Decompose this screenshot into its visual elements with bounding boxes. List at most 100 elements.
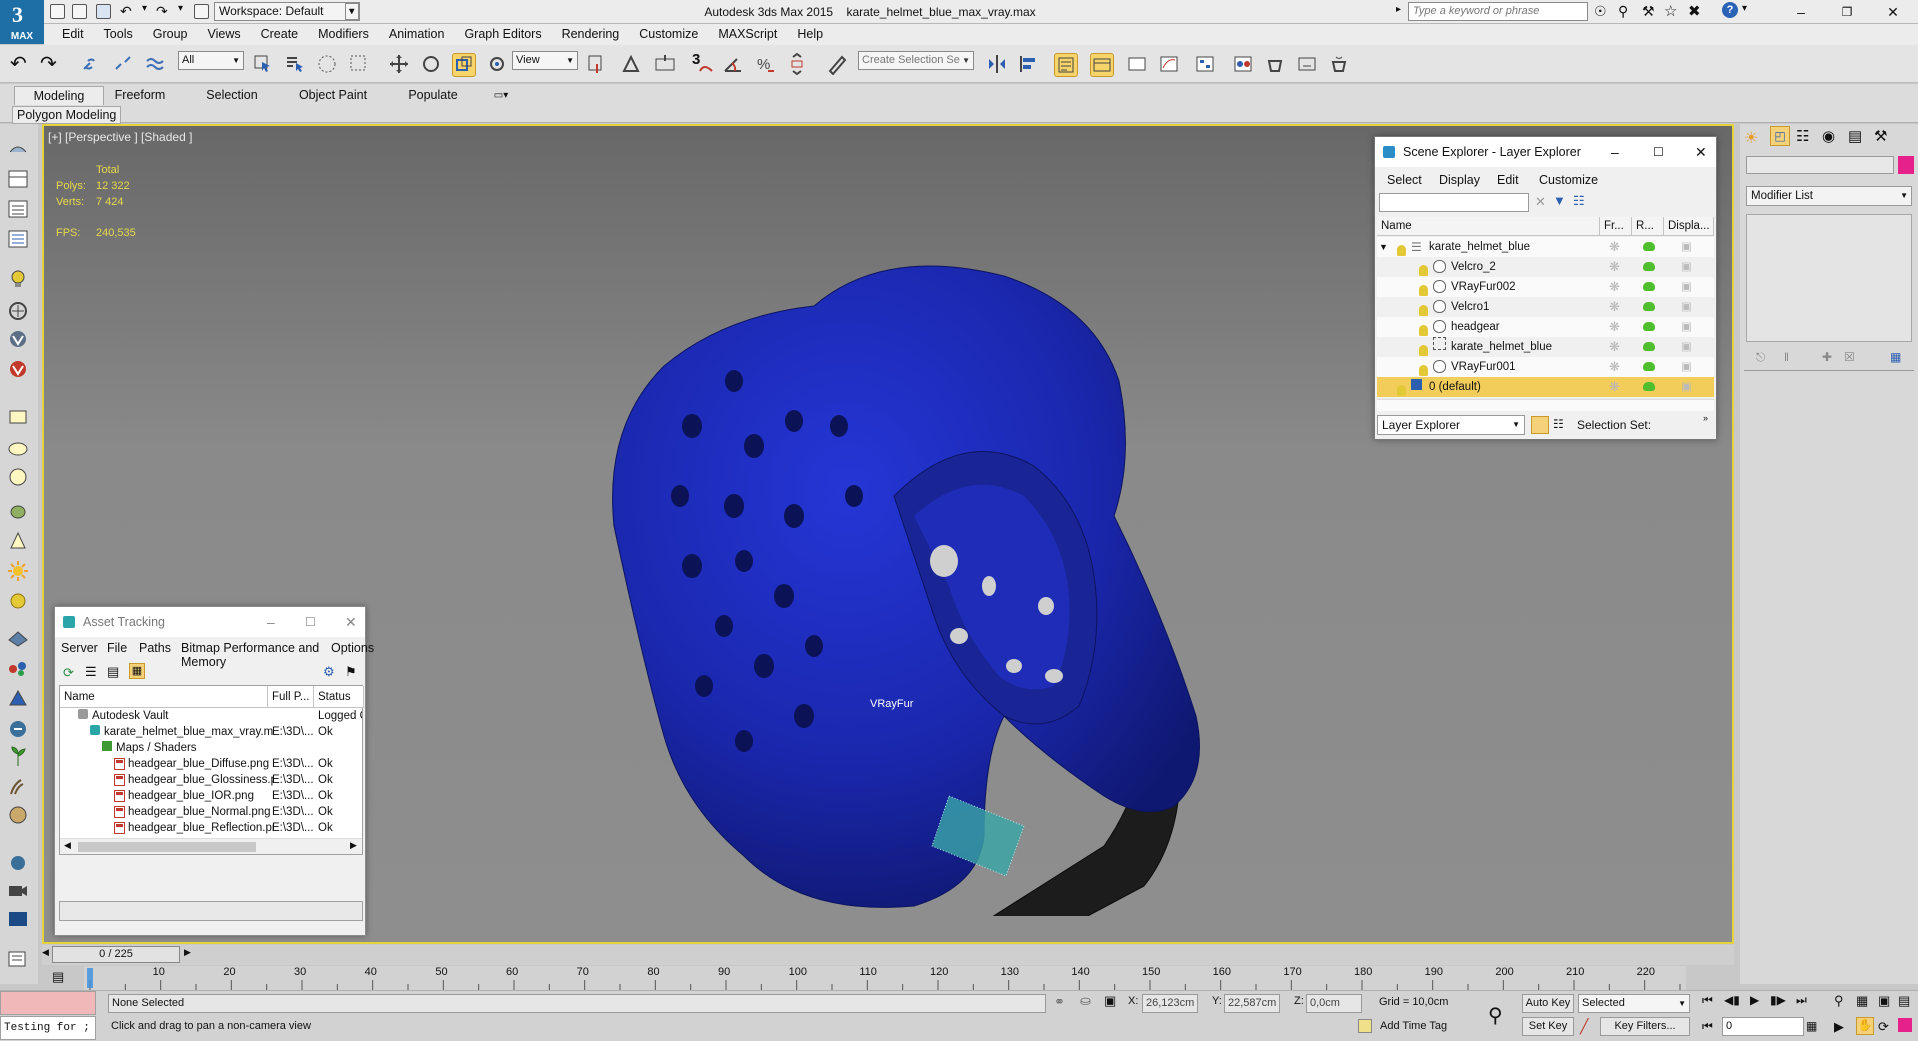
scene-tree-row[interactable]: ▼ ☰ karate_helmet_blue ❋ ▣ bbox=[1377, 237, 1714, 257]
filter-icon[interactable]: ▼ bbox=[1553, 193, 1566, 208]
new-layer-icon[interactable]: ☷ bbox=[1573, 193, 1585, 209]
spinner-snap-icon[interactable] bbox=[786, 52, 808, 76]
go-to-start-icon[interactable]: ⏮ bbox=[1702, 993, 1713, 1008]
time-slider-thumb[interactable]: 0 / 225 bbox=[52, 946, 180, 963]
redo-toolbar-icon[interactable]: ↷ bbox=[40, 53, 62, 75]
asset-tracking-close-button[interactable]: ✕ bbox=[345, 607, 357, 637]
create-sphere-icon[interactable] bbox=[6, 436, 30, 458]
modifier-stack[interactable] bbox=[1746, 214, 1912, 342]
time-tag-icon[interactable] bbox=[1358, 1019, 1372, 1033]
add-time-tag-button[interactable]: Add Time Tag bbox=[1380, 1020, 1447, 1032]
renderable-teapot-icon[interactable] bbox=[1643, 297, 1663, 317]
maxscript-mini-listener[interactable] bbox=[0, 991, 96, 1015]
pin-stack-icon[interactable]: ⎋ bbox=[1756, 350, 1766, 365]
open-script-listener-icon[interactable] bbox=[6, 948, 30, 970]
karate-helmet-model[interactable] bbox=[584, 196, 1284, 916]
toggle-ribbon-icon[interactable] bbox=[1126, 53, 1148, 75]
freeze-toggle-icon[interactable]: ❋ bbox=[1609, 357, 1629, 377]
column-header-display[interactable]: Displa... bbox=[1664, 217, 1714, 236]
select-and-link-icon[interactable] bbox=[80, 53, 102, 75]
menu-rendering[interactable]: Rendering bbox=[552, 24, 630, 45]
menu-create[interactable]: Create bbox=[251, 24, 309, 45]
container-explorer-icon[interactable] bbox=[6, 228, 30, 250]
current-frame-marker[interactable] bbox=[87, 968, 93, 988]
asset-row[interactable]: headgear_blue_Diffuse.png E:\3D\... Ok bbox=[60, 756, 362, 772]
vray-toolbar-icon[interactable] bbox=[6, 328, 30, 350]
close-button[interactable]: ✕ bbox=[1870, 0, 1916, 24]
restore-button[interactable]: ❐ bbox=[1824, 0, 1870, 24]
space-warp-icon[interactable] bbox=[6, 718, 30, 740]
scene-explorer-close-button[interactable]: ✕ bbox=[1695, 137, 1707, 167]
minimize-button[interactable]: – bbox=[1778, 0, 1824, 24]
viewport-label[interactable]: [+] [Perspective ] [Shaded ] bbox=[48, 130, 192, 144]
asset-menu-server[interactable]: Server bbox=[61, 641, 98, 655]
current-frame-field[interactable]: 0 bbox=[1722, 1017, 1804, 1036]
asset-row[interactable]: Autodesk Vault Logged Ou bbox=[60, 708, 362, 724]
undo-dropdown-icon[interactable]: ▾ bbox=[142, 3, 147, 14]
xform-icon[interactable] bbox=[6, 852, 30, 874]
scene-tree-row[interactable]: Velcro1 ❋ ▣ bbox=[1377, 297, 1714, 317]
scene-tree-row[interactable]: VRayFur002 ❋ ▣ bbox=[1377, 277, 1714, 297]
keyboard-shortcut-override-icon[interactable] bbox=[654, 53, 676, 75]
x-close-icon[interactable]: ✖ bbox=[1688, 2, 1701, 20]
column-header-render[interactable]: R... ▲ bbox=[1632, 217, 1664, 250]
scene-tree-row[interactable]: headgear ❋ ▣ bbox=[1377, 317, 1714, 337]
key-mode-toggle-icon[interactable]: ⏮ bbox=[1702, 1019, 1713, 1034]
redo-icon[interactable]: ↷ bbox=[156, 3, 168, 20]
search-arrow-icon[interactable]: ▸ bbox=[1396, 4, 1401, 15]
tab-selection[interactable]: Selection bbox=[196, 86, 268, 105]
motion-paths-icon[interactable] bbox=[6, 804, 30, 826]
asset-row[interactable]: headgear_blue_Reflection.png E:\3D\... Ok bbox=[60, 820, 362, 836]
asset-row[interactable]: headgear_blue_IOR.png E:\3D\... Ok bbox=[60, 788, 362, 804]
mirror-icon[interactable] bbox=[986, 53, 1008, 75]
new-file-icon[interactable] bbox=[50, 4, 65, 19]
renderable-teapot-icon[interactable] bbox=[1643, 257, 1663, 277]
refresh-icon[interactable]: ⟳ bbox=[63, 665, 74, 681]
camera-icon[interactable] bbox=[6, 880, 30, 902]
layer-icon[interactable] bbox=[1531, 416, 1549, 434]
menu-tools[interactable]: Tools bbox=[94, 24, 143, 45]
freeze-toggle-icon[interactable]: ❋ bbox=[1609, 277, 1629, 297]
undo-icon[interactable]: ↶ bbox=[120, 3, 132, 20]
particle-flow-icon[interactable] bbox=[6, 658, 30, 680]
object-name-input[interactable] bbox=[1746, 156, 1894, 174]
select-and-scale-icon[interactable] bbox=[452, 53, 476, 77]
auto-key-button[interactable]: Auto Key bbox=[1522, 994, 1574, 1013]
display-box-icon[interactable]: ▣ bbox=[1681, 257, 1701, 277]
visibility-bulb-icon[interactable] bbox=[1419, 345, 1428, 357]
zoom-extents-all-icon[interactable]: ▤ bbox=[1898, 993, 1910, 1009]
play-icon[interactable]: ▶ bbox=[1750, 993, 1759, 1007]
create-geosphere-icon[interactable] bbox=[6, 466, 30, 488]
menu-modifiers[interactable]: Modifiers bbox=[308, 24, 379, 45]
scene-tree-row[interactable]: karate_helmet_blue ❋ ▣ bbox=[1377, 337, 1714, 357]
snaps-toggle-icon[interactable]: 3 bbox=[692, 51, 714, 75]
previous-frame-icon[interactable]: ◀▮ bbox=[1724, 993, 1740, 1007]
scene-explorer-menu-edit[interactable]: Edit bbox=[1497, 173, 1519, 187]
create-tab-icon[interactable]: ☀ bbox=[1744, 128, 1758, 148]
scene-explorer-menu-select[interactable]: Select bbox=[1387, 173, 1422, 187]
polygon-modeling-panel[interactable]: Polygon Modeling bbox=[12, 106, 122, 124]
field-of-view-icon[interactable]: ▶ bbox=[1834, 1019, 1844, 1035]
key-icon[interactable]: ⚲ bbox=[1618, 3, 1628, 20]
modify-tab-icon[interactable]: ◰ bbox=[1770, 126, 1790, 146]
display-box-icon[interactable]: ▣ bbox=[1681, 337, 1701, 357]
curve-editor-icon[interactable] bbox=[1158, 53, 1180, 75]
key-filters-button[interactable]: Key Filters... bbox=[1600, 1017, 1690, 1036]
go-to-end-icon[interactable]: ⏭ bbox=[1796, 993, 1807, 1008]
scene-tree-row[interactable]: Velcro_2 ❋ ▣ bbox=[1377, 257, 1714, 277]
create-cone-icon[interactable] bbox=[6, 530, 30, 552]
help-dropdown-icon[interactable]: ▾ bbox=[1742, 3, 1747, 14]
pan-view-icon[interactable]: ✋ bbox=[1856, 1017, 1874, 1035]
z-coordinate-field[interactable]: 0,0cm bbox=[1306, 994, 1362, 1013]
create-omni-light-icon[interactable] bbox=[6, 590, 30, 612]
object-color-swatch[interactable] bbox=[1898, 156, 1914, 174]
select-object-icon[interactable] bbox=[252, 53, 274, 75]
freeze-toggle-icon[interactable]: ❋ bbox=[1609, 337, 1629, 357]
asset-menu-file[interactable]: File bbox=[107, 641, 127, 655]
freeze-toggle-icon[interactable]: ❋ bbox=[1609, 237, 1629, 257]
visibility-bulb-icon[interactable] bbox=[1419, 365, 1428, 377]
visibility-bulb-icon[interactable] bbox=[1419, 305, 1428, 317]
asset-row[interactable]: headgear_blue_Glossiness.png E:\3D\... Ok bbox=[60, 772, 362, 788]
create-sun-light-icon[interactable] bbox=[6, 560, 30, 582]
create-selection-set-dropdown[interactable]: Create Selection Se ▼ bbox=[858, 51, 974, 70]
